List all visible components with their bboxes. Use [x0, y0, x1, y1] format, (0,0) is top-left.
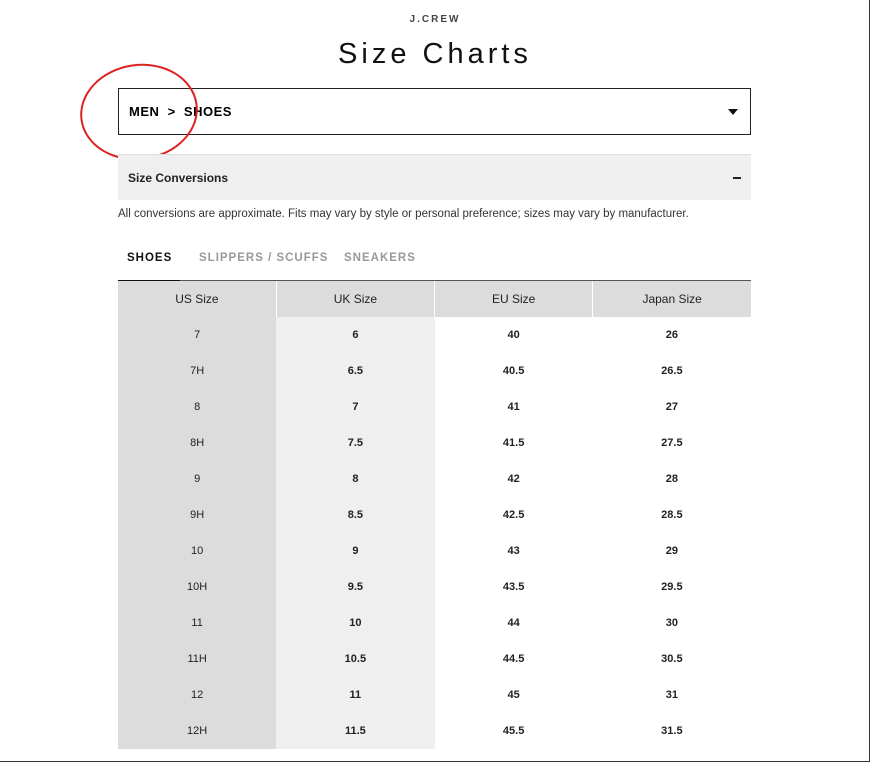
cell-eu-size: 43.5 [502, 581, 525, 593]
cell-eu-size: 42 [507, 473, 520, 485]
cell-uk-size: 7 [276, 389, 435, 425]
page-title: Size Charts [338, 38, 532, 70]
cell-japan-size: 30.5 [661, 653, 683, 665]
tab-sneakers[interactable]: SNEAKERS [344, 250, 416, 281]
cell-us-size: 10H [118, 569, 277, 605]
cell-japan-size: 30 [665, 617, 678, 629]
cell-japan-size: 26.5 [661, 365, 683, 377]
cell-us-size: 9 [118, 461, 277, 497]
table-row: 7H 6.5 40.5 26.5 [118, 353, 751, 389]
header-eu-size: EU Size [434, 281, 594, 317]
cell-us-size: 9H [118, 497, 277, 533]
table-row: 9 8 42 28 [118, 461, 751, 497]
category-dropdown[interactable]: MEN > SHOES [118, 88, 751, 135]
cell-japan-size: 26 [665, 329, 678, 341]
cell-uk-size: 8 [276, 461, 435, 497]
cell-uk-size: 10 [276, 605, 435, 641]
cell-uk-size: 11 [276, 677, 435, 713]
table-row: 12 11 45 31 [118, 677, 751, 713]
table-header-row: US Size UK Size EU Size Japan Size [118, 281, 751, 317]
cell-uk-size: 6.5 [276, 353, 435, 389]
cell-uk-size: 11.5 [276, 713, 435, 749]
cell-uk-size: 8.5 [276, 497, 435, 533]
cell-uk-size: 7.5 [276, 425, 435, 461]
cell-uk-size: 9 [276, 533, 435, 569]
category-dropdown-label: MEN > SHOES [129, 104, 232, 119]
cell-japan-size: 29 [665, 545, 678, 557]
cell-japan-size: 28.5 [661, 509, 683, 521]
header-uk-size: UK Size [276, 281, 436, 317]
size-conversions-accordion[interactable]: Size Conversions [118, 154, 751, 200]
table-row: 8H 7.5 41.5 27.5 [118, 425, 751, 461]
cell-eu-size: 41.5 [502, 437, 525, 449]
cell-us-size: 7H [118, 353, 277, 389]
cell-us-size: 8H [118, 425, 277, 461]
table-row: 8 7 41 27 [118, 389, 751, 425]
cell-eu-size: 44.5 [502, 653, 525, 665]
cell-eu-size: 40.5 [502, 365, 525, 377]
cell-eu-size: 45 [507, 689, 520, 701]
collapse-minus-icon[interactable] [733, 177, 741, 179]
disclaimer-text: All conversions are approximate. Fits ma… [118, 208, 689, 220]
header-japan-size: Japan Size [592, 281, 751, 317]
table-body: 7 6 40 26 7H 6.5 40.5 26.5 8 7 41 27 8H 7.5 41.5 27.5 9 8… [118, 317, 751, 749]
cell-uk-size: 9.5 [276, 569, 435, 605]
cell-eu-size: 42.5 [502, 509, 525, 521]
cell-uk-size: 10.5 [276, 641, 435, 677]
size-tabs: SHOES SLIPPERS / SCUFFS SNEAKERS [118, 250, 751, 282]
size-conversion-table: US Size UK Size EU Size Japan Size 7 6 40 2… [118, 281, 751, 749]
cell-japan-size: 31.5 [661, 725, 683, 737]
header-us-size: US Size [118, 281, 277, 317]
table-row: 11H 10.5 44.5 30.5 [118, 641, 751, 677]
cell-us-size: 8 [118, 389, 277, 425]
table-row: 10H 9.5 43.5 29.5 [118, 569, 751, 605]
table-row: 10 9 43 29 [118, 533, 751, 569]
cell-eu-size: 40 [507, 329, 520, 341]
cell-japan-size: 31 [665, 689, 678, 701]
cell-us-size: 7 [118, 317, 277, 353]
table-row: 12H 11.5 45.5 31.5 [118, 713, 751, 749]
cell-eu-size: 44 [507, 617, 520, 629]
caret-down-icon [728, 109, 738, 115]
table-row: 11 10 44 30 [118, 605, 751, 641]
cell-us-size: 10 [118, 533, 277, 569]
cell-japan-size: 29.5 [661, 581, 683, 593]
cell-eu-size: 45.5 [502, 725, 525, 737]
cell-japan-size: 28 [665, 473, 678, 485]
cell-us-size: 11 [118, 605, 277, 641]
brand-logo[interactable]: J.CREW [0, 14, 870, 25]
cell-uk-size: 6 [276, 317, 435, 353]
accordion-title: Size Conversions [128, 170, 229, 185]
cell-us-size: 12 [118, 677, 277, 713]
table-row: 9H 8.5 42.5 28.5 [118, 497, 751, 533]
cell-japan-size: 27.5 [661, 437, 683, 449]
cell-eu-size: 43 [507, 545, 520, 557]
tab-slippers-scuffs[interactable]: SLIPPERS / SCUFFS [199, 250, 328, 281]
cell-japan-size: 27 [665, 401, 678, 413]
tab-shoes[interactable]: SHOES [118, 250, 180, 282]
cell-us-size: 12H [118, 713, 277, 749]
cell-eu-size: 41 [507, 401, 520, 413]
cell-us-size: 11H [118, 641, 277, 677]
table-row: 7 6 40 26 [118, 317, 751, 353]
